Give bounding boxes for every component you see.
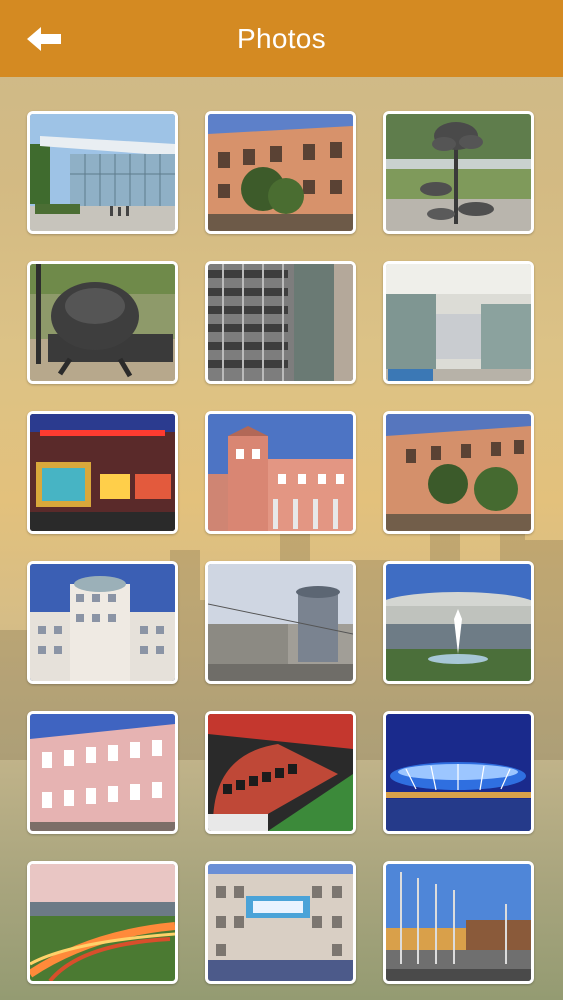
photo-airport-terminal[interactable] (27, 111, 178, 234)
photo-tower-construction[interactable] (205, 561, 356, 684)
photo-cinema-fountain[interactable] (383, 561, 534, 684)
photo-metal-sculpture[interactable] (27, 261, 178, 384)
photo-flagpoles[interactable] (383, 861, 534, 984)
photo-pink-building-tower[interactable] (205, 411, 356, 534)
photo-brick-building-trees[interactable] (383, 411, 534, 534)
photo-apartment-block[interactable] (205, 261, 356, 384)
app-header: Photos (0, 0, 563, 77)
page-title: Photos (237, 22, 326, 54)
back-button[interactable] (22, 21, 66, 57)
photo-brick-building[interactable] (205, 111, 356, 234)
photo-stadium-night[interactable] (383, 711, 534, 834)
photo-theater-night[interactable] (27, 411, 178, 534)
photo-highway-sunset[interactable] (27, 861, 178, 984)
photo-metal-rose-sculpture[interactable] (383, 111, 534, 234)
photo-billboard-building[interactable] (205, 861, 356, 984)
photo-interior-hall[interactable] (383, 261, 534, 384)
photo-pink-facade[interactable] (27, 711, 178, 834)
photo-domed-building[interactable] (27, 561, 178, 684)
photo-stadium-seats[interactable] (205, 711, 356, 834)
arrow-left-icon (27, 27, 61, 51)
photo-grid (27, 111, 534, 984)
